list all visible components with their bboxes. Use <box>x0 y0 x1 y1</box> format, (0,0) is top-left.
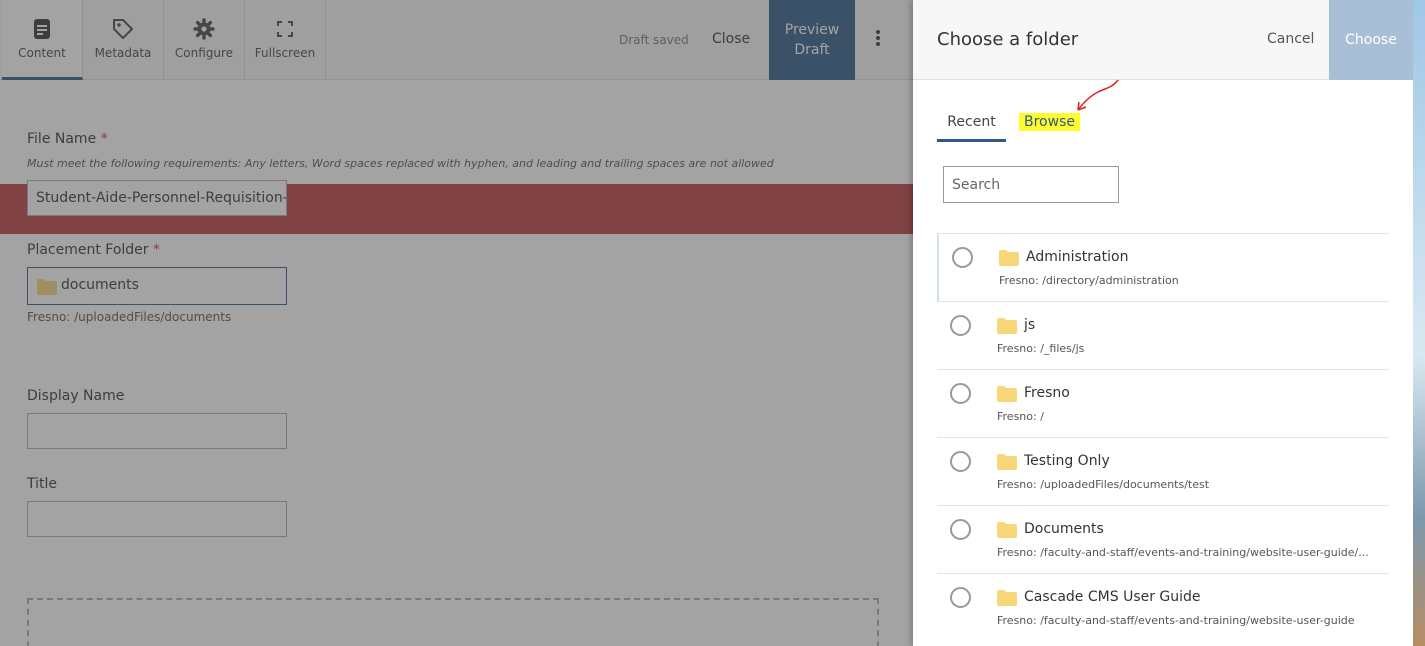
folder-name: Administration <box>1026 249 1129 265</box>
folder-path: Fresno: /uploadedFiles/documents/test <box>997 478 1210 491</box>
folder-icon <box>997 590 1017 606</box>
folder-list: Administration Fresno: /directory/admini… <box>937 233 1389 641</box>
folder-path: Fresno: /faculty-and-staff/events-and-tr… <box>997 546 1369 559</box>
display-name-label: Display Name <box>27 388 125 404</box>
title-input[interactable] <box>27 501 287 537</box>
folder-icon <box>997 386 1017 402</box>
folder-icon <box>997 522 1017 538</box>
tag-icon <box>113 19 133 39</box>
gear-icon <box>193 18 215 40</box>
folder-name: Testing Only <box>1024 453 1110 469</box>
folder-path: Fresno: /_files/js <box>997 342 1085 355</box>
asset-editor: Content Metadata Configure Fullscreen Dr… <box>0 0 913 646</box>
folder-name: Cascade CMS User Guide <box>1024 589 1201 605</box>
placement-folder-label: Placement Folder * <box>27 242 160 258</box>
placement-folder-value: documents <box>61 277 139 293</box>
folder-icon <box>37 279 57 295</box>
tab-content[interactable]: Content <box>2 0 83 80</box>
folder-row[interactable]: Cascade CMS User Guide Fresno: /faculty-… <box>937 573 1389 641</box>
placement-folder-label-text: Placement Folder <box>27 242 149 258</box>
cancel-button[interactable]: Cancel <box>1267 31 1314 47</box>
folder-name: Documents <box>1024 521 1104 537</box>
tab-configure[interactable]: Configure <box>164 0 245 80</box>
display-name-input[interactable] <box>27 413 287 449</box>
folder-path: Fresno: /directory/administration <box>999 274 1179 287</box>
folder-radio[interactable] <box>950 587 971 608</box>
required-marker: * <box>100 131 108 147</box>
draft-status: Draft saved <box>619 33 689 47</box>
folder-row[interactable]: Documents Fresno: /faculty-and-staff/eve… <box>937 505 1389 573</box>
folder-icon <box>999 250 1019 266</box>
choose-button[interactable]: Choose <box>1329 0 1413 80</box>
folder-path: Fresno: /faculty-and-staff/events-and-tr… <box>997 614 1355 627</box>
folder-radio[interactable] <box>950 519 971 540</box>
folder-radio[interactable] <box>950 451 971 472</box>
folder-icon <box>997 454 1017 470</box>
folder-name: Fresno <box>1024 385 1070 401</box>
close-button[interactable]: Close <box>712 31 750 47</box>
tab-metadata-label: Metadata <box>94 46 152 60</box>
title-label: Title <box>27 476 58 492</box>
file-name-label-text: File Name <box>27 131 97 147</box>
fullscreen-icon <box>277 21 293 37</box>
folder-icon <box>997 318 1017 334</box>
more-options-icon[interactable] <box>872 28 884 52</box>
placement-folder-path: Fresno: /uploadedFiles/documents <box>27 310 232 324</box>
file-name-input[interactable]: Student-Aide-Personnel-Requisition-F <box>27 180 287 216</box>
folder-name: js <box>1024 317 1036 333</box>
preview-draft-button[interactable]: Preview Draft <box>769 0 855 80</box>
tab-configure-label: Configure <box>174 46 234 60</box>
folder-row[interactable]: Fresno Fresno: / <box>937 369 1389 437</box>
preview-label-line1: Preview <box>784 22 840 38</box>
folder-radio[interactable] <box>950 383 971 404</box>
folder-radio[interactable] <box>950 315 971 336</box>
editor-toolbar: Content Metadata Configure Fullscreen Dr… <box>0 0 913 80</box>
tab-browse[interactable]: Browse <box>1019 113 1080 131</box>
folder-search-input[interactable]: Search <box>943 166 1119 203</box>
choose-folder-panel: Choose a folder Cancel Choose Recent Bro… <box>913 0 1413 646</box>
folder-row[interactable]: js Fresno: /_files/js <box>937 301 1389 369</box>
desktop-background-strip <box>1413 0 1425 646</box>
tab-metadata[interactable]: Metadata <box>83 0 164 80</box>
file-name-hint: Must meet the following requirements: An… <box>27 157 774 170</box>
folder-row[interactable]: Testing Only Fresno: /uploadedFiles/docu… <box>937 437 1389 505</box>
preview-label-line2: Draft <box>794 42 830 58</box>
document-icon <box>34 19 50 39</box>
tab-fullscreen[interactable]: Fullscreen <box>245 0 326 80</box>
tab-fullscreen-label: Fullscreen <box>254 46 316 60</box>
required-marker: * <box>153 242 161 258</box>
file-drop-zone[interactable] <box>27 598 879 646</box>
placement-folder-field[interactable]: documents <box>27 267 287 305</box>
panel-title: Choose a folder <box>937 29 1079 50</box>
folder-row[interactable]: Administration Fresno: /directory/admini… <box>937 233 1389 301</box>
tab-content-label: Content <box>18 46 66 60</box>
folder-path: Fresno: / <box>997 410 1044 423</box>
file-name-label: File Name * <box>27 131 108 147</box>
panel-header: Choose a folder Cancel Choose <box>913 0 1413 80</box>
folder-radio[interactable] <box>952 247 973 268</box>
tab-recent[interactable]: Recent <box>937 113 1006 142</box>
